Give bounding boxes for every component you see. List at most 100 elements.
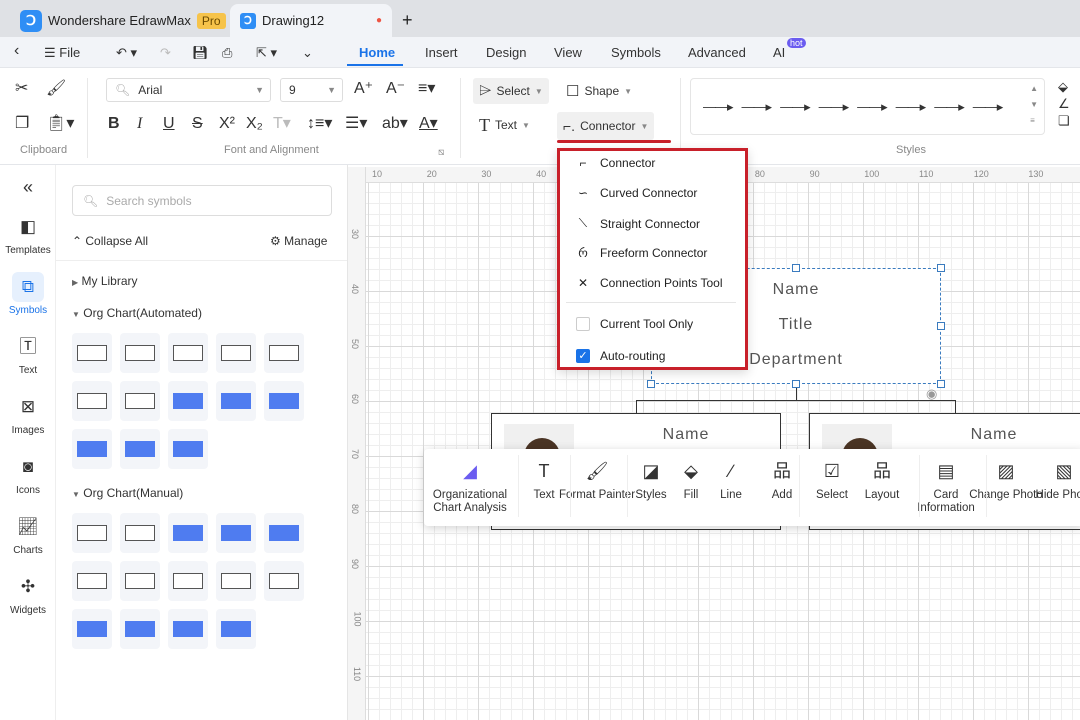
symbol-thumbnail[interactable] [168,513,208,553]
symbol-thumbnail[interactable] [120,429,160,469]
symbol-thumbnail[interactable] [168,333,208,373]
rail-widgets[interactable]: ✣ Widgets [0,572,56,616]
document-tab[interactable]: Ↄ Drawing12 ● [230,4,392,37]
option-current-tool-only[interactable]: Current Tool Only [576,317,693,331]
rail-icons[interactable]: ◙ Icons [0,452,56,496]
resize-handle[interactable] [647,380,655,388]
tab-symbols[interactable]: Symbols [611,45,661,60]
checkbox-checked[interactable]: ✓ [576,349,590,363]
bold-icon[interactable]: B [108,115,120,133]
toolbar-button-hide-photo[interactable]: ▧ Hide Photo [1024,459,1080,502]
arrow-style[interactable]: ——▸ [703,99,734,115]
paste-icon[interactable]: 📋︎▾ [46,115,74,133]
collapse-panel-icon[interactable]: « [0,177,56,198]
rail-text[interactable]: 🅃︎ Text [0,332,56,376]
menu-item-freeform-connector[interactable]: რ Freeform Connector [576,246,707,260]
symbol-thumbnail[interactable] [72,381,112,421]
tab-advanced[interactable]: Advanced [688,45,746,60]
save-icon[interactable]: 💾︎ [192,45,209,61]
tab-view[interactable]: View [554,45,582,60]
rail-templates[interactable]: ◧ Templates [0,212,56,256]
font-family-select[interactable]: 🔍︎ Arial ▼ [106,78,271,102]
text-effect-icon[interactable]: T▾ [273,115,291,133]
strikethrough-icon[interactable]: S [192,115,203,133]
tab-design[interactable]: Design [486,45,526,60]
arrow-style[interactable]: ——▸ [973,99,1004,115]
line-styles-gallery[interactable]: ——▸ ——▸ ——▸ ——▸ ——▸ ——▸ ——▸ ——▸ ▲ ▼ ≡ [690,78,1045,135]
new-tab-button[interactable]: + [402,4,413,37]
symbol-thumbnail[interactable] [168,561,208,601]
resize-handle[interactable] [792,264,800,272]
collapse-all-button[interactable]: ⌃ Collapse All [72,234,148,248]
decrease-font-icon[interactable]: A⁻ [386,80,405,98]
symbol-thumbnail[interactable] [216,561,256,601]
connector-line[interactable] [955,400,956,413]
symbol-thumbnail[interactable] [264,561,304,601]
symbol-thumbnail[interactable] [168,429,208,469]
select-button[interactable]: ⌲ Select ▼ [473,78,549,104]
arrow-style[interactable]: ——▸ [780,99,811,115]
tab-home[interactable]: Home [359,45,395,60]
symbol-thumbnail[interactable] [264,513,304,553]
symbol-thumbnail[interactable] [168,609,208,649]
increase-font-icon[interactable]: A⁺ [354,80,373,98]
resize-handle[interactable] [937,264,945,272]
symbol-thumbnail[interactable] [264,333,304,373]
cut-icon[interactable]: ✂ [15,80,28,98]
subscript-icon[interactable]: X₂ [246,115,263,133]
symbol-thumbnail[interactable] [120,333,160,373]
font-size-select[interactable]: 9 ▼ [280,78,343,102]
menu-item-straight-connector[interactable]: ⟍ Straight Connector [576,216,700,231]
resize-handle[interactable] [937,380,945,388]
checkbox[interactable] [576,317,590,331]
connector-line[interactable] [636,400,956,401]
symbol-thumbnail[interactable] [72,609,112,649]
symbol-thumbnail[interactable] [120,381,160,421]
symbol-thumbnail[interactable] [72,429,112,469]
dialog-launcher-icon[interactable]: ⧅ [438,144,444,162]
back-icon[interactable]: ‹ [14,42,19,60]
shape-button[interactable]: ☐ Shape ▼ [560,78,638,104]
menu-item-curved-connector[interactable]: ∽ Curved Connector [576,186,697,200]
symbol-thumbnail[interactable] [120,561,160,601]
collapse-branch-icon[interactable]: ◉ [926,386,937,402]
symbol-thumbnail[interactable] [216,333,256,373]
fill-line-shadow-icons[interactable]: ⬙ ∠ ❏ [1058,78,1070,129]
underline-icon[interactable]: U [163,115,175,133]
rail-symbols[interactable]: ⧉ Symbols [0,272,56,316]
symbol-thumbnail[interactable] [72,561,112,601]
align-icon[interactable]: ≡▾ [418,80,435,98]
symbol-thumbnail[interactable] [168,381,208,421]
arrow-style[interactable]: ——▸ [934,99,965,115]
highlight-icon[interactable]: ab▾ [382,115,408,133]
text-button[interactable]: T Text ▼ [473,112,536,138]
symbol-thumbnail[interactable] [216,609,256,649]
search-input[interactable]: 🔍︎ Search symbols [72,185,332,216]
connector-line[interactable] [636,400,637,413]
symbol-thumbnail[interactable] [216,513,256,553]
arrow-style[interactable]: ——▸ [857,99,888,115]
format-painter-icon[interactable]: 🖌︎ [46,80,66,98]
print-icon[interactable]: ⎙ [222,45,232,61]
section-org-automated[interactable]: ▼ Org Chart(Automated) [72,306,202,320]
resize-handle[interactable] [937,322,945,330]
italic-icon[interactable]: I [137,115,142,133]
bullets-icon[interactable]: ☰▾ [345,115,367,133]
app-tab[interactable]: Ↄ Wondershare EdrawMax Pro [20,4,226,37]
resize-handle[interactable] [792,380,800,388]
tab-ai[interactable]: AI [773,45,785,60]
menu-item-connector[interactable]: ⌐ Connector [576,156,655,170]
line-spacing-icon[interactable]: ↕≡▾ [307,115,332,133]
superscript-icon[interactable]: X² [219,115,235,133]
font-color-icon[interactable]: A▾ [419,115,438,133]
toolbar-button-organizational-chart-analysis[interactable]: ◢ Organizational Chart Analysis [430,459,510,515]
more-icon[interactable]: ⌄ [302,45,313,61]
undo-icon[interactable]: ↶ ▾ [116,45,137,61]
arrow-style[interactable]: ——▸ [742,99,773,115]
rail-images[interactable]: ⊠ Images [0,392,56,436]
symbol-thumbnail[interactable] [72,513,112,553]
symbol-thumbnail[interactable] [72,333,112,373]
connector-button[interactable]: ⌐. Connector ▼ [557,112,655,140]
manage-button[interactable]: ⚙ Manage [270,234,327,248]
redo-icon[interactable]: ↷ [160,45,171,61]
